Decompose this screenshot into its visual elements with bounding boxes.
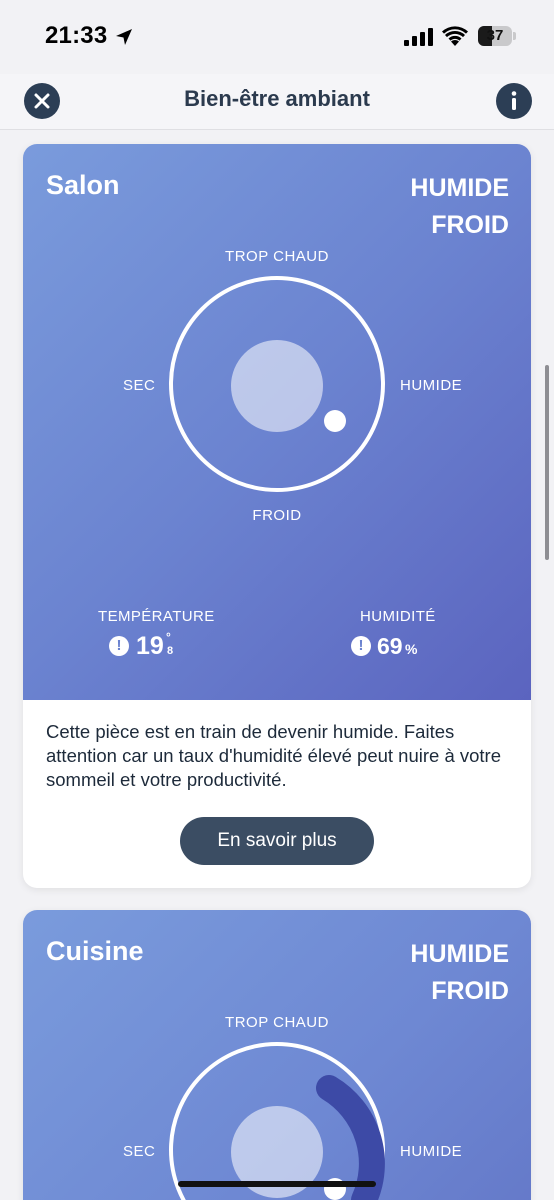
room-name: Salon bbox=[46, 170, 120, 200]
status-line: FROID bbox=[431, 211, 509, 239]
current-condition-marker bbox=[324, 410, 346, 432]
battery-icon: 37 bbox=[478, 26, 516, 46]
room-status: HUMIDE FROID bbox=[410, 170, 509, 244]
room-card-cuisine: Cuisine HUMIDE FROID TROP CHAUD SEC HUMI… bbox=[23, 910, 531, 1200]
home-indicator[interactable] bbox=[178, 1181, 376, 1187]
info-button[interactable] bbox=[496, 83, 532, 119]
axis-label-bottom: FROID bbox=[252, 507, 302, 524]
room-summary: Cuisine HUMIDE FROID TROP CHAUD SEC HUMI… bbox=[23, 910, 531, 1200]
location-arrow-icon bbox=[116, 29, 132, 45]
temperature-degree: ° bbox=[166, 630, 171, 644]
signal-icon bbox=[404, 28, 433, 46]
room-card-salon: Salon HUMIDE FROID TROP CHAUD SEC HUMIDE… bbox=[23, 144, 531, 888]
temperature-integer: 19 bbox=[136, 632, 164, 660]
info-icon bbox=[511, 91, 517, 110]
temperature-label: TEMPÉRATURE bbox=[98, 608, 215, 625]
axis-label-top: TROP CHAUD bbox=[225, 248, 329, 265]
humidity-unit: % bbox=[405, 641, 418, 657]
scroll-indicator[interactable] bbox=[545, 365, 549, 560]
humidity-number: 69 bbox=[377, 633, 403, 659]
ideal-zone bbox=[231, 340, 323, 432]
room-description: Cette pièce est en train de devenir humi… bbox=[46, 721, 502, 790]
screen: 21:33 37 Bien-être ambiant Salon HUMIDE … bbox=[0, 0, 554, 1200]
status-line: HUMIDE bbox=[410, 174, 509, 202]
learn-more-button[interactable]: En savoir plus bbox=[180, 817, 374, 865]
status-time: 21:33 bbox=[45, 22, 108, 49]
battery-level: 37 bbox=[486, 27, 504, 44]
status-bar: 21:33 37 bbox=[0, 0, 554, 74]
humidity-trend-arc bbox=[316, 1075, 385, 1200]
warning-icon: ! bbox=[351, 636, 371, 656]
room-summary: Salon HUMIDE FROID TROP CHAUD SEC HUMIDE… bbox=[23, 144, 531, 700]
temperature-decimal: 8 bbox=[167, 645, 174, 657]
humidity-label: HUMIDITÉ bbox=[360, 608, 436, 625]
nav-bar: Bien-être ambiant bbox=[0, 74, 554, 130]
wifi-icon bbox=[442, 26, 468, 46]
warning-icon: ! bbox=[109, 636, 129, 656]
axis-label-left: SEC bbox=[123, 377, 156, 394]
page-title: Bien-être ambiant bbox=[184, 86, 370, 111]
axis-label-right: HUMIDE bbox=[400, 377, 463, 394]
